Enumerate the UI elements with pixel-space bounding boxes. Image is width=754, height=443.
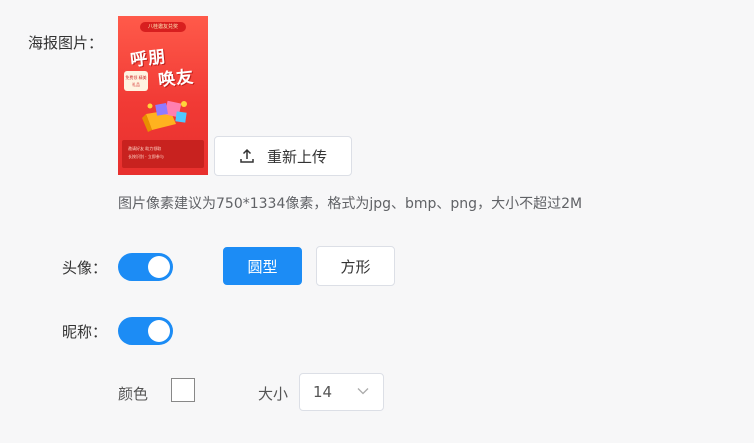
color-swatch[interactable]	[171, 378, 195, 402]
poster-badge: 免费领 精美礼品	[124, 71, 148, 91]
shape-square-button[interactable]: 方形	[316, 246, 395, 286]
poster-hint: 图片像素建议为750*1334像素，格式为jpg、bmp、png，大小不超过2M	[118, 196, 583, 212]
poster-label: 海报图片：	[28, 34, 104, 52]
poster-headline-2: 唤友	[157, 67, 196, 91]
chevron-down-icon	[357, 388, 369, 395]
poster-footer-line-1: 邀请好友 助力领取	[128, 146, 162, 151]
upload-icon	[240, 148, 254, 163]
size-select-value: 14	[313, 383, 333, 401]
poster-footer: 邀请好友 助力领取 长按识别 · 立即参与	[122, 140, 204, 168]
poster-footer-line-2: 长按识别 · 立即参与	[128, 154, 164, 159]
poster-image: 八桂邀友兑奖 呼朋 唤友 免费领 精美礼品 邀请好友 助力领取 长按识别 · 立…	[118, 16, 208, 175]
nickname-toggle-knob	[148, 320, 170, 342]
gift-boxes-icon	[142, 100, 187, 132]
color-label: 颜色	[118, 385, 149, 403]
avatar-toggle[interactable]	[118, 253, 173, 281]
shape-round-button[interactable]: 圆型	[223, 247, 302, 285]
avatar-toggle-knob	[148, 256, 170, 278]
reupload-button-label: 重新上传	[266, 147, 327, 166]
size-select[interactable]: 14	[299, 373, 384, 411]
reupload-button[interactable]: 重新上传	[214, 136, 352, 176]
nickname-label: 昵称：	[62, 323, 108, 341]
nickname-toggle[interactable]	[118, 317, 173, 345]
poster-ribbon: 八桂邀友兑奖	[140, 22, 186, 32]
avatar-label: 头像：	[62, 259, 108, 277]
size-label: 大小	[258, 385, 289, 403]
